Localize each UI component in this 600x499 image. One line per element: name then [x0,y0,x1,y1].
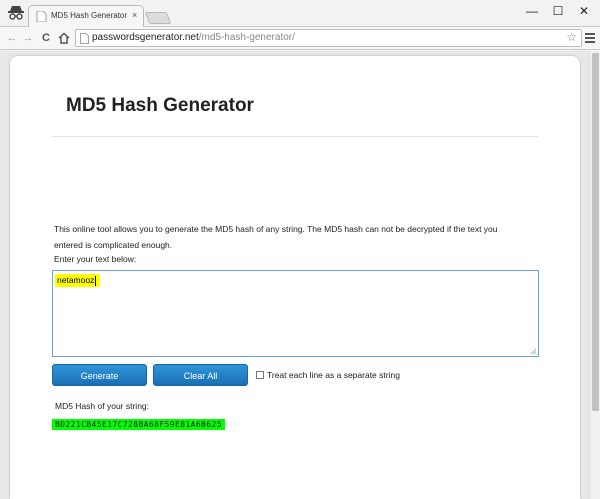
bookmark-star-icon[interactable]: ☆ [566,30,577,44]
chrome-menu-icon[interactable] [585,32,595,44]
minimize-button[interactable]: — [520,3,544,21]
vertical-scrollbar[interactable] [589,51,600,499]
result-label: MD5 Hash of your string: [55,401,150,411]
tab-title: MD5 Hash Generator Onl [51,11,129,20]
new-tab-button[interactable] [144,12,172,24]
separate-lines-label[interactable]: Treat each line as a separate string [267,370,400,380]
resize-grip-icon[interactable] [530,348,537,355]
clear-all-button[interactable]: Clear All [153,364,248,386]
page-title: MD5 Hash Generator [66,95,254,116]
reload-icon[interactable]: C [38,30,54,46]
scrollbar-thumb[interactable] [592,53,599,411]
close-window-button[interactable]: ✕ [572,3,596,21]
generate-button[interactable]: Generate [52,364,147,386]
input-prompt: Enter your text below: [54,254,137,264]
content-card: MD5 Hash Generator This online tool allo… [10,56,580,499]
maximize-button[interactable]: ☐ [546,3,570,21]
title-divider [52,136,538,137]
separate-lines-checkbox[interactable] [256,371,264,379]
browser-tab[interactable]: MD5 Hash Generator Onl × [28,5,144,28]
url-text[interactable]: passwordsgenerator.net/md5-hash-generato… [92,32,295,43]
title-bar: MD5 Hash Generator Onl × — ☐ ✕ [0,0,600,28]
input-text: netamooz [57,275,95,285]
address-bar[interactable]: passwordsgenerator.net/md5-hash-generato… [75,29,582,47]
input-text-value: netamooz [55,274,101,287]
back-icon[interactable]: ← [4,30,20,46]
md5-result-value[interactable]: BD221CB45E17C7288A68F59E81A6B625 [52,419,225,430]
text-caret [95,275,97,286]
page-viewport: MD5 Hash Generator This online tool allo… [0,51,589,499]
home-icon[interactable] [56,30,72,46]
incognito-profile-icon[interactable] [6,3,26,23]
url-host: passwordsgenerator.net [92,32,199,43]
text-input-area[interactable]: netamooz [52,270,539,357]
tab-close-icon[interactable]: × [132,10,137,20]
page-info-icon[interactable] [80,33,89,44]
forward-icon[interactable]: → [20,30,36,46]
browser-toolbar: ← → C passwordsgenerator.net/md5-hash-ge… [0,27,600,50]
page-favicon-icon [36,11,47,22]
tool-description: This online tool allows you to generate … [54,224,498,250]
url-path: /md5-hash-generator/ [198,32,295,43]
